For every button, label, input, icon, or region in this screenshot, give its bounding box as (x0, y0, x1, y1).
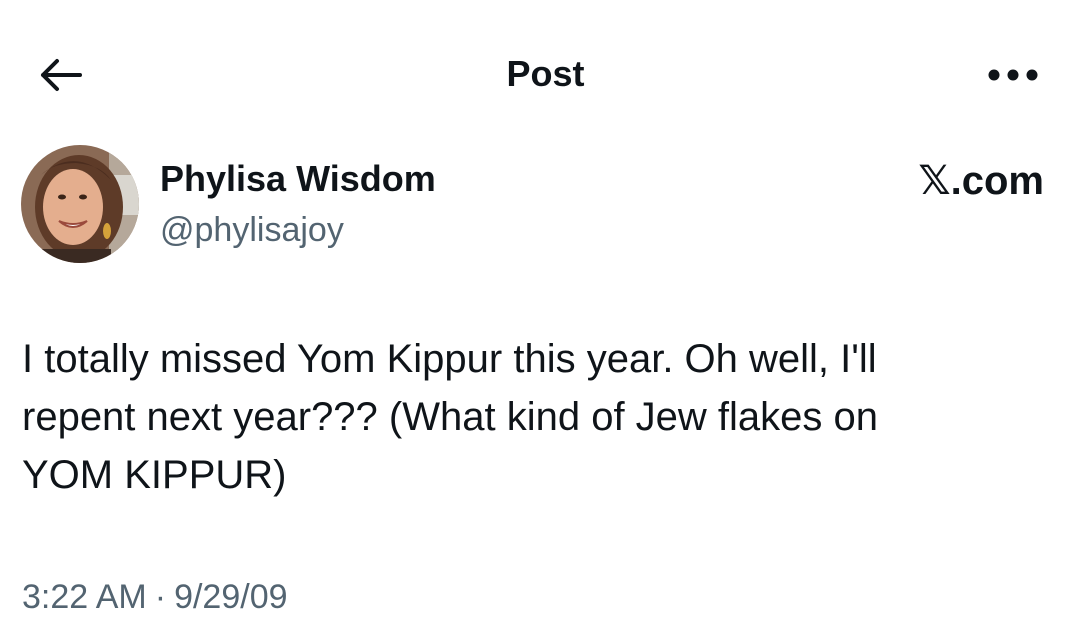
post-text: I totally missed Yom Kippur this year. O… (22, 330, 1052, 504)
post-text-line: repent next year??? (What kind of Jew fl… (22, 395, 879, 439)
avatar-photo (21, 145, 139, 263)
more-horizontal-icon (988, 69, 1038, 81)
page-title: Post (506, 53, 585, 94)
x-com-watermark: 𝕏.com (918, 155, 1044, 207)
post-text-line: YOM KIPPUR) (22, 453, 287, 497)
more-options-button[interactable] (978, 55, 1048, 95)
meta-separator: · (154, 578, 167, 616)
avatar[interactable] (21, 145, 139, 263)
x-logo-icon: 𝕏 (918, 158, 951, 204)
post-text-line: I totally missed Yom Kippur this year. O… (22, 337, 877, 381)
post-time[interactable]: 3:22 AM (22, 578, 147, 616)
post-date[interactable]: 9/29/09 (174, 578, 287, 616)
brand-domain: .com (950, 159, 1044, 203)
author-display-name[interactable]: Phylisa Wisdom (160, 157, 436, 201)
post-timestamp: 3:22 AM · 9/29/09 (22, 574, 288, 620)
post-header: Post (0, 0, 1091, 150)
author-handle[interactable]: @phylisajoy (160, 208, 344, 252)
